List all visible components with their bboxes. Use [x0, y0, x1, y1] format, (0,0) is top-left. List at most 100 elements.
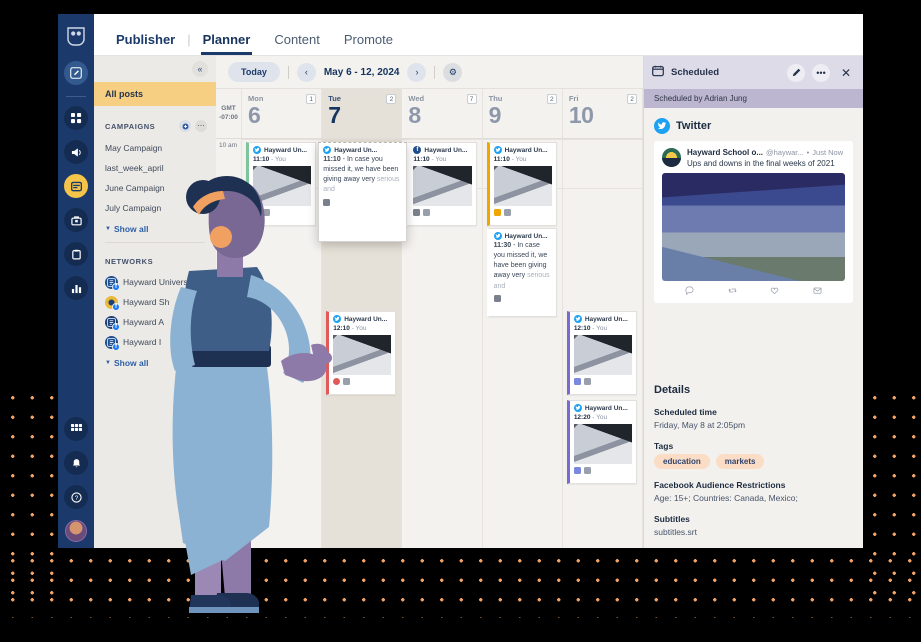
twitter-icon: [493, 232, 502, 240]
campaign-item[interactable]: July Campaign: [94, 198, 216, 218]
campaigns-show-all-button[interactable]: ▼ Show all: [94, 218, 216, 240]
day-number: 8: [408, 102, 421, 128]
campaigns-more-icon[interactable]: ⋯: [195, 120, 207, 132]
apps-grid-icon[interactable]: [64, 417, 88, 441]
sidebar-item-analytics[interactable]: [64, 276, 88, 300]
day-number: 6: [248, 102, 261, 128]
twitter-icon: [493, 146, 502, 154]
collapse-sidebar-icon[interactable]: «: [192, 61, 208, 77]
today-button[interactable]: Today: [228, 62, 280, 82]
more-options-icon[interactable]: •••: [812, 63, 830, 82]
event-header: f Hayward Un...: [413, 146, 471, 154]
account-avatar: [662, 148, 681, 167]
network-item[interactable]: f Hayward University: [94, 272, 216, 292]
cal-status-icon: [573, 378, 581, 385]
facebook-page-icon: f: [105, 275, 120, 291]
sidebar-item-all-posts[interactable]: All posts: [94, 82, 216, 106]
question-icon[interactable]: ?: [64, 485, 88, 509]
time-axis: 10 am 11 am: [216, 139, 242, 548]
reply-icon[interactable]: [685, 286, 694, 297]
calendar-event-card[interactable]: Hayward Un... 12:10 - You: [566, 311, 638, 395]
tag-list: education markets: [654, 454, 853, 469]
account-handle: @haywar...: [766, 148, 804, 157]
sidebar-item-amplify[interactable]: [64, 140, 88, 164]
day-column-mon[interactable]: Hayward Un... 11:10 - You: [242, 139, 323, 548]
sidebar-item-planner[interactable]: [64, 174, 88, 198]
bell-icon[interactable]: [64, 451, 88, 475]
network-name: Hayward University: [123, 277, 197, 287]
event-title: Hayward Un...: [264, 146, 307, 154]
gear-icon[interactable]: ⚙: [443, 62, 463, 82]
preview-meta: Hayward School o... @haywar... • Just No…: [687, 148, 845, 168]
sidebar-item-content[interactable]: [64, 242, 88, 266]
campaign-item[interactable]: May Campaign: [94, 138, 216, 158]
day-column-wed[interactable]: f Hayward Un... 11:10 - You: [402, 139, 483, 548]
post-count-badge: 2: [386, 94, 397, 104]
sidebar-item-inbox[interactable]: [64, 208, 88, 232]
tab-promote[interactable]: Promote: [332, 32, 405, 55]
network-name: Hayward I: [123, 337, 162, 347]
day-header-row: GMT -07:00 Mon 6 1 Tue 7 2 Wed 8 7 Thu 9…: [216, 89, 644, 139]
network-item[interactable]: f Hayward Sh: [94, 292, 216, 312]
tab-publisher[interactable]: Publisher: [104, 32, 187, 55]
day-header-wed[interactable]: Wed 8 7: [402, 89, 483, 138]
status-badge[interactable]: markets: [715, 454, 765, 469]
day-column-fri[interactable]: Hayward Un... 12:10 - You Hayward Un... 12:…: [563, 139, 643, 548]
network-item[interactable]: f Hayward A: [94, 312, 216, 332]
day-column-tue[interactable]: Hayward Un... 11:10 - In case you missed …: [318, 139, 408, 548]
event-time: 12:10 - You: [573, 325, 608, 332]
like-icon[interactable]: [770, 286, 779, 297]
calendar-toolbar: Today ‹ May 6 - 12, 2024 › ⚙: [216, 56, 643, 89]
day-header-mon[interactable]: Mon 6 1: [242, 89, 323, 138]
event-thumbnail: [333, 335, 392, 375]
calendar-event-card[interactable]: Hayward Un... 11:10 - You: [246, 142, 317, 226]
calendar-grid[interactable]: 10 am 11 am Hayward Un... 11:10 - You Hay…: [216, 139, 643, 548]
prev-week-button[interactable]: ‹: [296, 62, 316, 82]
post-count-badge: 7: [466, 94, 477, 104]
svg-text:?: ?: [74, 494, 78, 501]
next-week-button[interactable]: ›: [407, 62, 427, 82]
calendar-event-card[interactable]: Hayward Un... 11:10 - You: [486, 142, 557, 226]
campaigns-section-header: CAMPAIGNS ⋯: [94, 106, 216, 138]
sidebar-item-compose[interactable]: [64, 61, 88, 85]
event-header: Hayward Un...: [253, 146, 311, 154]
add-campaign-icon[interactable]: [179, 120, 191, 132]
post-details-panel: Scheduled ••• ✕ Scheduled by Adrian Jung: [643, 56, 863, 548]
scheduled-time-value: Friday, May 8 at 2:05pm: [654, 420, 746, 430]
owl-logo-icon[interactable]: [63, 24, 89, 50]
share-icon[interactable]: [813, 286, 822, 297]
edit-icon[interactable]: [787, 63, 805, 82]
calendar-event-card[interactable]: f Hayward Un... 11:10 - You: [406, 142, 477, 226]
day-header-fri[interactable]: Fri 10 2: [563, 89, 644, 138]
day-header-thu[interactable]: Thu 9 2: [483, 89, 563, 138]
avatar[interactable]: [65, 520, 87, 542]
network-item[interactable]: f Hayward I: [94, 332, 216, 352]
event-header: Hayward Un...: [493, 146, 552, 154]
close-icon[interactable]: ✕: [837, 64, 855, 82]
event-header: Hayward Un...: [333, 315, 391, 323]
tab-planner[interactable]: Planner: [191, 32, 263, 55]
event-header: Hayward Un...: [573, 315, 632, 323]
post-timestamp: Just Now: [812, 148, 844, 157]
primary-nav-rail: ?: [58, 14, 94, 548]
calendar-event-card[interactable]: Hayward Un... 12:10 - You: [326, 311, 397, 395]
decorative-dot-pattern-left: [0, 385, 60, 600]
event-text: 11:30 - In case you missed it, we have b…: [493, 242, 550, 290]
app-window: ? Publisher | Planner Content Promote «: [58, 14, 863, 548]
toolbar-divider: [434, 65, 436, 79]
day-column-thu[interactable]: Hayward Un... 11:10 - You Hayward Un... 11:…: [483, 139, 563, 548]
day-header-tue[interactable]: Tue 7 2: [322, 89, 403, 138]
campaign-item[interactable]: last_week_april: [94, 158, 216, 178]
retweet-icon[interactable]: [728, 286, 737, 297]
event-time: 11:10 - You: [413, 156, 447, 163]
twitter-icon: [573, 404, 582, 412]
calendar-event-card[interactable]: Hayward Un... 12:20 - You: [566, 400, 638, 484]
screenshot-root: ? Publisher | Planner Content Promote «: [0, 0, 921, 642]
networks-show-all-button[interactable]: ▼ Show all: [94, 352, 216, 374]
calendar-event-card[interactable]: Hayward Un... 11:30 - In case you missed …: [486, 228, 557, 317]
tab-content[interactable]: Content: [262, 32, 332, 55]
calendar-event-card[interactable]: Hayward Un... 11:10 - In case you missed …: [318, 142, 408, 242]
campaign-item[interactable]: June Campaign: [94, 178, 216, 198]
sidebar-item-dashboard[interactable]: [64, 106, 88, 130]
status-badge[interactable]: education: [654, 454, 710, 469]
